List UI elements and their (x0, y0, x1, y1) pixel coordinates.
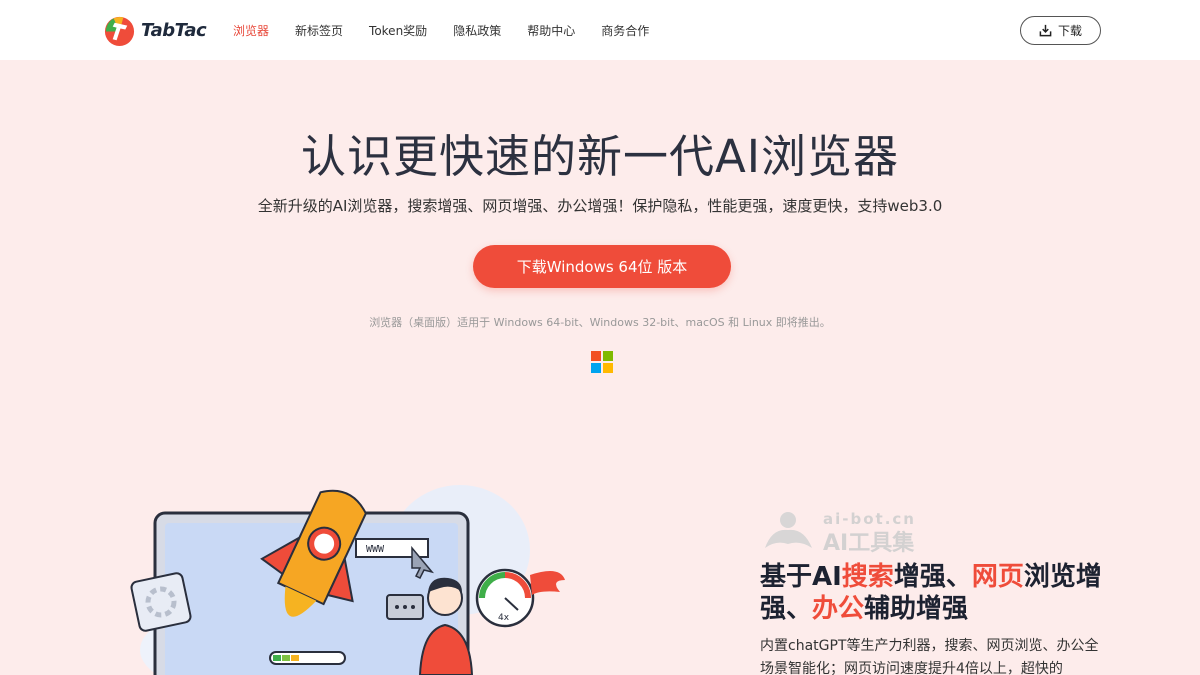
download-icon (1039, 24, 1052, 37)
feature-title-part: 基于AI (760, 562, 842, 592)
nav-item-privacy[interactable]: 隐私政策 (453, 22, 501, 39)
speedometer-label: 4x (498, 613, 510, 623)
windows-logo-icon (591, 351, 613, 373)
browser-rocket-illustration: WWW 4x (130, 485, 565, 675)
hero-subtitle: 全新升级的AI浏览器，搜索增强、网页增强、办公增强！保护隐私，性能更强，速度更快… (257, 197, 943, 215)
feature-title-highlight: 办公 (812, 594, 865, 624)
feature-title: 基于AI搜索增强、网页浏览增强、办公辅助增强 (760, 561, 1120, 625)
tabtac-logo-icon (104, 16, 135, 47)
feature-title-part: 辅助增强 (864, 594, 969, 624)
site-header: TabTac 浏览器 新标签页 Token奖励 隐私政策 帮助中心 商务合作 下… (0, 0, 1200, 60)
platform-note: 浏览器（桌面版）适用于 Windows 64-bit、Windows 32-bi… (369, 316, 831, 329)
header-download-label: 下载 (1057, 24, 1082, 38)
nav-item-token-rewards[interactable]: Token奖励 (369, 22, 427, 39)
main-nav: 浏览器 新标签页 Token奖励 隐私政策 帮助中心 商务合作 (233, 0, 675, 60)
watermark-logo-icon (765, 512, 812, 548)
address-bar-text: WWW (366, 544, 385, 555)
brand-logo[interactable]: TabTac (103, 14, 207, 47)
download-windows-button[interactable]: 下载Windows 64位 版本 (473, 245, 731, 288)
watermark: ai-bot.cn AI工具集 (760, 510, 960, 556)
nav-item-business[interactable]: 商务合作 (601, 22, 649, 39)
nav-item-new-tab[interactable]: 新标签页 (295, 22, 343, 39)
feature-title-part: 增强、 (893, 562, 972, 592)
nav-item-help[interactable]: 帮助中心 (527, 22, 575, 39)
feature-description: 内置chatGPT等生产力利器，搜索、网页浏览、办公全场景智能化；网页访问速度提… (760, 638, 1099, 675)
hero-title: 认识更快速的新一代AI浏览器 (300, 130, 900, 183)
feature-title-highlight: 网页 (971, 562, 1024, 592)
brand-name: TabTac (141, 20, 207, 41)
header-download-button[interactable]: 下载 (1020, 16, 1101, 45)
watermark-name: AI工具集 (823, 531, 915, 556)
nav-item-browser[interactable]: 浏览器 (233, 22, 269, 39)
feature-title-highlight: 搜索 (841, 562, 894, 592)
